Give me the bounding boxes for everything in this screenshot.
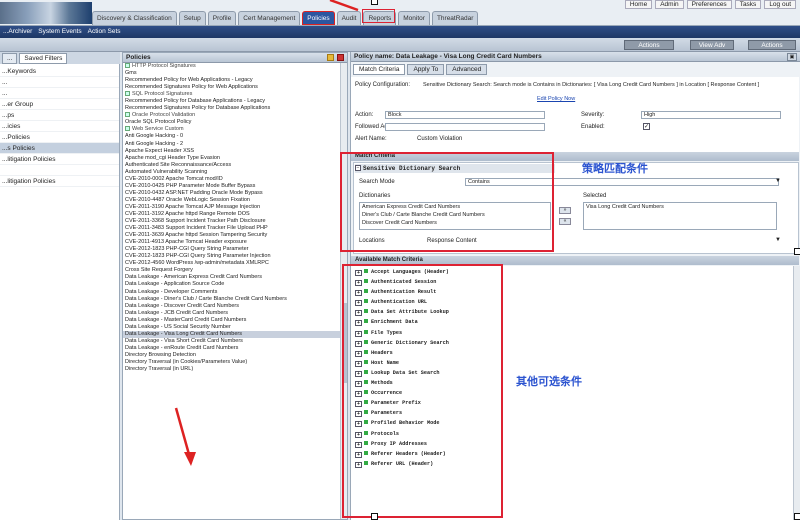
resize-handle[interactable]: [371, 0, 378, 5]
red-arrow-head: [184, 452, 196, 466]
red-arrow: [174, 407, 192, 459]
red-arrow-top: [329, 0, 359, 12]
resize-handle[interactable]: [794, 513, 800, 520]
resize-handle[interactable]: [794, 248, 800, 255]
resize-handle[interactable]: [371, 513, 378, 520]
annotation-arrows: [174, 0, 359, 466]
